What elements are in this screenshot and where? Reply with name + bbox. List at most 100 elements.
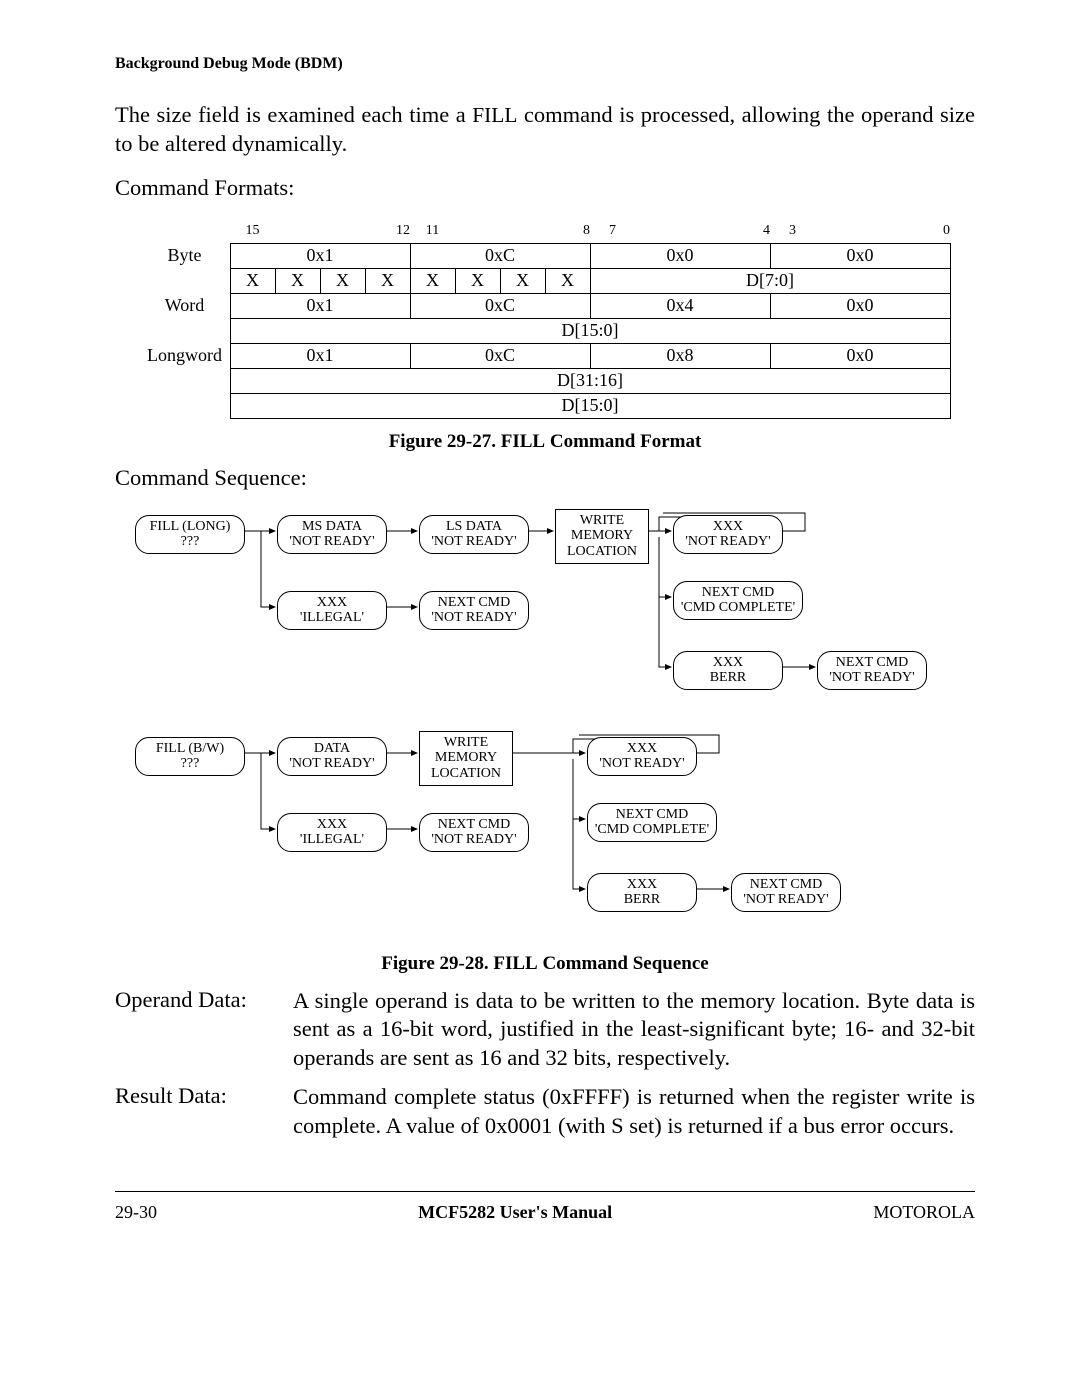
node-line: 'NOT READY' xyxy=(289,534,374,549)
fig28-cmd: FILL xyxy=(493,953,537,974)
bitnum-11: 11 xyxy=(410,219,455,244)
node-line: MEMORY xyxy=(571,528,633,543)
node-line: 'ILLEGAL' xyxy=(300,610,364,625)
node-fill-bw: FILL (B/W) ??? xyxy=(135,737,245,776)
node-line: 'NOT READY' xyxy=(431,610,516,625)
node-nextcmd-notready-2: NEXT CMD 'NOT READY' xyxy=(817,651,927,690)
footer-title: MCF5282 User's Manual xyxy=(418,1202,612,1223)
fig27-suffix: Command Format xyxy=(545,431,701,452)
cell: X xyxy=(320,268,365,293)
node-xxx-illegal-2: XXX 'ILLEGAL' xyxy=(277,813,387,852)
node-line: 'NOT READY' xyxy=(431,534,516,549)
node-line: WRITE xyxy=(444,735,488,750)
bitnum-8: 8 xyxy=(545,219,590,244)
cell: X xyxy=(410,268,455,293)
bitnum-0: 0 xyxy=(905,219,950,244)
result-data-body: Command complete status (0xFFFF) is retu… xyxy=(293,1083,975,1141)
command-sequence-label: Command Sequence: xyxy=(115,465,975,491)
node-ms-data: MS DATA 'NOT READY' xyxy=(277,515,387,554)
node-line: 'CMD COMPLETE' xyxy=(595,822,709,837)
node-xxx-berr-2: XXX BERR xyxy=(587,873,697,912)
fig27-cmd: FILL xyxy=(501,431,545,452)
node-line: MS DATA xyxy=(302,519,362,534)
node-line: XXX xyxy=(627,877,657,892)
cell: X xyxy=(230,268,275,293)
bitnum-4: 4 xyxy=(725,219,770,244)
node-line: BERR xyxy=(710,670,747,685)
footer-rule xyxy=(115,1191,975,1192)
fig27-number: Figure 29-27. xyxy=(389,431,501,452)
node-line: XXX xyxy=(317,595,347,610)
node-line: 'NOT READY' xyxy=(743,892,828,907)
fig28-number: Figure 29-28. xyxy=(381,953,493,974)
node-line: 'NOT READY' xyxy=(599,756,684,771)
footer-page: 29-30 xyxy=(115,1202,157,1223)
node-xxx-notready-2: XXX 'NOT READY' xyxy=(587,737,697,776)
node-xxx-berr: XXX BERR xyxy=(673,651,783,690)
cell: X xyxy=(500,268,545,293)
cell: D[15:0] xyxy=(230,393,950,418)
cell: X xyxy=(275,268,320,293)
figure-28-caption: Figure 29-28. FILL Command Sequence xyxy=(115,953,975,975)
cell: X xyxy=(365,268,410,293)
bitnum-3: 3 xyxy=(770,219,815,244)
node-nextcmd-notready-3: NEXT CMD 'NOT READY' xyxy=(419,813,529,852)
fill-command-table: 15 12 11 8 7 4 3 0 Byte 0x1 0xC 0x0 0x0 … xyxy=(140,219,951,419)
node-line: 'NOT READY' xyxy=(829,670,914,685)
node-line: NEXT CMD xyxy=(438,595,510,610)
fig28-suffix: Command Sequence xyxy=(538,953,709,974)
node-line: FILL (LONG) xyxy=(150,519,231,534)
node-line: 'NOT READY' xyxy=(289,756,374,771)
cell: 0x0 xyxy=(770,243,950,268)
cell: 0x0 xyxy=(590,243,770,268)
node-line: NEXT CMD xyxy=(438,817,510,832)
intro-paragraph: The size field is examined each time a F… xyxy=(115,101,975,159)
operand-data-row: Operand Data: A single operand is data t… xyxy=(115,987,975,1073)
node-line: LS DATA xyxy=(446,519,502,534)
node-write-memory-2: WRITE MEMORY LOCATION xyxy=(419,731,513,786)
cell: 0x1 xyxy=(230,243,410,268)
cell: 0x8 xyxy=(590,343,770,368)
node-line: BERR xyxy=(624,892,661,907)
table-row: D[31:16] xyxy=(140,368,951,393)
bitnum-12: 12 xyxy=(365,219,410,244)
node-xxx-illegal: XXX 'ILLEGAL' xyxy=(277,591,387,630)
cell: 0xC xyxy=(410,243,590,268)
bit-number-row: 15 12 11 8 7 4 3 0 xyxy=(140,219,951,244)
node-line: XXX xyxy=(713,519,743,534)
table-row: Byte 0x1 0xC 0x0 0x0 xyxy=(140,243,951,268)
node-line: FILL (B/W) xyxy=(156,741,224,756)
bitnum-7: 7 xyxy=(590,219,635,244)
table-row: Word 0x1 0xC 0x4 0x0 xyxy=(140,293,951,318)
node-line: ??? xyxy=(181,756,200,771)
cell: 0x1 xyxy=(230,293,410,318)
cell: 0x0 xyxy=(770,343,950,368)
node-line: MEMORY xyxy=(435,750,497,765)
cell: 0x0 xyxy=(770,293,950,318)
node-line: 'CMD COMPLETE' xyxy=(681,600,795,615)
command-formats-label: Command Formats: xyxy=(115,175,975,201)
table-row: D[15:0] xyxy=(140,393,951,418)
node-ls-data: LS DATA 'NOT READY' xyxy=(419,515,529,554)
node-line: NEXT CMD xyxy=(750,877,822,892)
intro-text-1: The size field is examined each time a xyxy=(115,102,472,127)
operand-data-body: A single operand is data to be written t… xyxy=(293,987,975,1073)
node-fill-long: FILL (LONG) ??? xyxy=(135,515,245,554)
node-nextcmd-complete-2: NEXT CMD 'CMD COMPLETE' xyxy=(587,803,717,842)
node-line: 'ILLEGAL' xyxy=(300,832,364,847)
node-line: NEXT CMD xyxy=(702,585,774,600)
cell: X xyxy=(545,268,590,293)
node-nextcmd-notready: NEXT CMD 'NOT READY' xyxy=(419,591,529,630)
node-line: WRITE xyxy=(580,513,624,528)
node-nextcmd-complete: NEXT CMD 'CMD COMPLETE' xyxy=(673,581,803,620)
table-row: X X X X X X X X D[7:0] xyxy=(140,268,951,293)
result-data-label: Result Data: xyxy=(115,1083,293,1141)
cell: D[15:0] xyxy=(230,318,950,343)
cell: X xyxy=(455,268,500,293)
node-line: 'NOT READY' xyxy=(685,534,770,549)
section-header: Background Debug Mode (BDM) xyxy=(115,55,975,73)
cell: D[31:16] xyxy=(230,368,950,393)
node-line: NEXT CMD xyxy=(836,655,908,670)
table-row: D[15:0] xyxy=(140,318,951,343)
node-line: 'NOT READY' xyxy=(431,832,516,847)
